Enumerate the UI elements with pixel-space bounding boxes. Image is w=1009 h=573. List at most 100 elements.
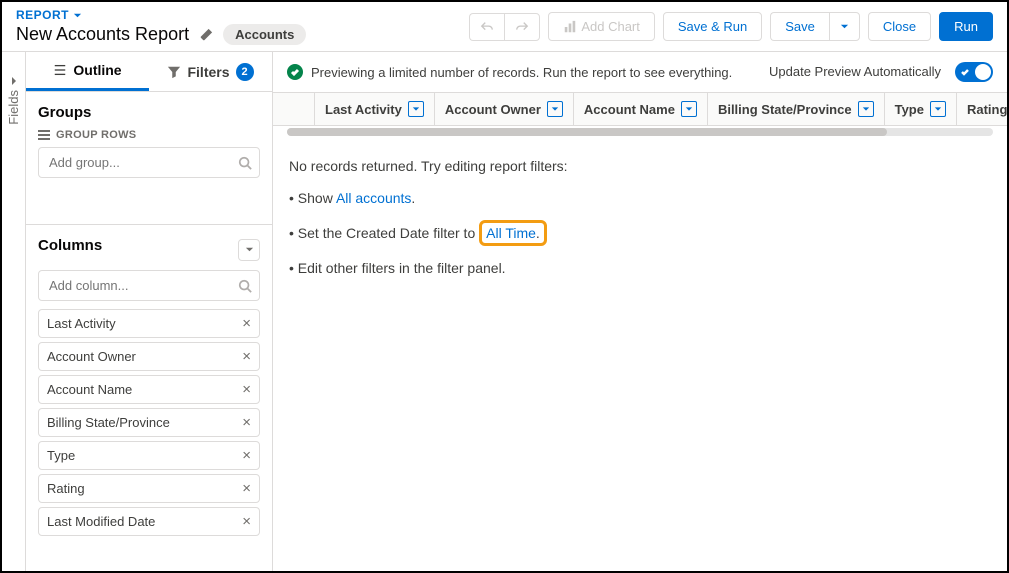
column-item[interactable]: Rating×	[38, 474, 260, 503]
add-column-box	[38, 270, 260, 301]
chart-icon	[563, 20, 577, 34]
close-button[interactable]: Close	[868, 12, 931, 41]
column-header-label: Type	[895, 102, 924, 117]
breadcrumb[interactable]: REPORT	[16, 8, 469, 22]
chevron-right-icon	[9, 76, 19, 86]
column-filter-button[interactable]	[408, 101, 424, 117]
redo-button[interactable]	[504, 13, 540, 41]
filter-count-badge: 2	[236, 63, 254, 81]
column-item-label: Last Modified Date	[47, 514, 155, 529]
chevron-down-icon	[862, 105, 870, 113]
preview-message: Previewing a limited number of records. …	[311, 65, 732, 80]
column-item[interactable]: Type ×	[38, 441, 260, 470]
outline-icon	[53, 63, 67, 77]
sidebar-tabs: Outline Filters 2	[26, 52, 272, 92]
groups-section: Groups GROUP ROWS	[26, 92, 272, 225]
chevron-down-icon	[551, 105, 559, 113]
main: Previewing a limited number of records. …	[273, 52, 1007, 571]
chevron-down-icon	[685, 105, 693, 113]
column-item-label: Billing State/Province	[47, 415, 170, 430]
columns-menu-button[interactable]	[238, 239, 260, 261]
remove-column-button[interactable]: ×	[242, 316, 251, 331]
column-filter-button[interactable]	[858, 101, 874, 117]
title-row: New Accounts Report Accounts	[16, 24, 469, 45]
grid-header: Last Activity Account Owner Account Name…	[273, 92, 1007, 126]
chevron-down-icon	[73, 11, 82, 20]
sidebar: Outline Filters 2 Groups GROUP ROWS	[26, 52, 273, 571]
suggestion-text: Set the Created Date filter to	[298, 225, 479, 241]
column-item[interactable]: Account Name×	[38, 375, 260, 404]
add-column-input[interactable]	[38, 270, 260, 301]
column-item-label: Account Owner	[47, 349, 136, 364]
groups-title: Groups	[38, 104, 260, 121]
tab-outline-label: Outline	[73, 62, 121, 78]
row-number-header	[273, 93, 315, 125]
column-filter-button[interactable]	[930, 101, 946, 117]
chevron-down-icon	[934, 105, 942, 113]
column-header[interactable]: Account Name	[574, 93, 708, 125]
tab-outline[interactable]: Outline	[26, 52, 149, 91]
all-accounts-link[interactable]: All accounts	[336, 190, 411, 206]
add-chart-button[interactable]: Add Chart	[548, 12, 655, 41]
scrollbar-thumb[interactable]	[287, 128, 887, 136]
horizontal-scrollbar[interactable]	[287, 128, 993, 136]
header-left: REPORT New Accounts Report Accounts	[16, 8, 469, 45]
remove-column-button[interactable]: ×	[242, 382, 251, 397]
fields-rail-label: Fields	[6, 90, 21, 125]
page-title: New Accounts Report	[16, 24, 189, 45]
remove-column-button[interactable]: ×	[242, 349, 251, 364]
column-header-label: Last Activity	[325, 102, 402, 117]
remove-column-button[interactable]: ×	[242, 448, 251, 463]
chevron-down-icon	[840, 22, 849, 31]
column-header-label: Billing State/Province	[718, 102, 852, 117]
remove-column-button[interactable]: ×	[242, 415, 251, 430]
save-menu-button[interactable]	[829, 12, 860, 41]
add-group-input[interactable]	[38, 147, 260, 178]
column-item-label: Type	[47, 448, 75, 463]
column-header-label: Rating	[967, 102, 1007, 117]
search-icon	[238, 279, 252, 293]
column-header[interactable]: Account Owner	[435, 93, 574, 125]
tab-filters[interactable]: Filters 2	[149, 52, 272, 91]
column-header[interactable]: Last Activity	[315, 93, 435, 125]
undo-button[interactable]	[469, 13, 504, 41]
remove-column-button[interactable]: ×	[242, 481, 251, 496]
group-rows-text: GROUP ROWS	[56, 129, 136, 141]
all-time-link[interactable]: All Time	[486, 225, 536, 241]
suggestion-text: Show	[298, 190, 336, 206]
column-item[interactable]: Last Activity×	[38, 309, 260, 338]
group-rows-label: GROUP ROWS	[38, 129, 260, 141]
header-actions: Add Chart Save & Run Save Close Run	[469, 12, 993, 41]
breadcrumb-label: REPORT	[16, 8, 69, 22]
suggestion-text: .	[536, 225, 540, 241]
add-group-box	[38, 147, 260, 178]
column-filter-button[interactable]	[681, 101, 697, 117]
empty-message: No records returned. Try editing report …	[289, 158, 991, 174]
run-button[interactable]: Run	[939, 12, 993, 41]
column-header[interactable]: Billing State/Province	[708, 93, 885, 125]
column-item[interactable]: Last Modified Date ×	[38, 507, 260, 536]
chevron-down-icon	[245, 245, 254, 254]
remove-column-button[interactable]: ×	[242, 514, 251, 529]
columns-section: Columns Last Activity× Account Owner × Ac…	[26, 225, 272, 552]
empty-suggestion: Show All accounts.	[289, 190, 991, 206]
fields-rail[interactable]: Fields	[2, 52, 26, 571]
columns-title: Columns	[38, 237, 102, 254]
filter-icon	[167, 65, 181, 79]
pencil-icon[interactable]	[199, 28, 213, 42]
check-icon	[960, 67, 970, 77]
rows-icon	[38, 129, 50, 141]
column-header-label: Account Owner	[445, 102, 541, 117]
save-button[interactable]: Save	[770, 12, 829, 41]
column-list: Last Activity× Account Owner × Account Na…	[38, 309, 260, 536]
empty-state: No records returned. Try editing report …	[273, 136, 1007, 312]
column-item[interactable]: Account Owner ×	[38, 342, 260, 371]
column-header[interactable]: Rating	[957, 93, 1007, 125]
column-item[interactable]: Billing State/Province ×	[38, 408, 260, 437]
auto-update-toggle[interactable]	[955, 62, 993, 82]
column-header-label: Account Name	[584, 102, 675, 117]
column-header[interactable]: Type	[885, 93, 957, 125]
save-run-button[interactable]: Save & Run	[663, 12, 762, 41]
column-filter-button[interactable]	[547, 101, 563, 117]
add-chart-label: Add Chart	[581, 19, 640, 34]
